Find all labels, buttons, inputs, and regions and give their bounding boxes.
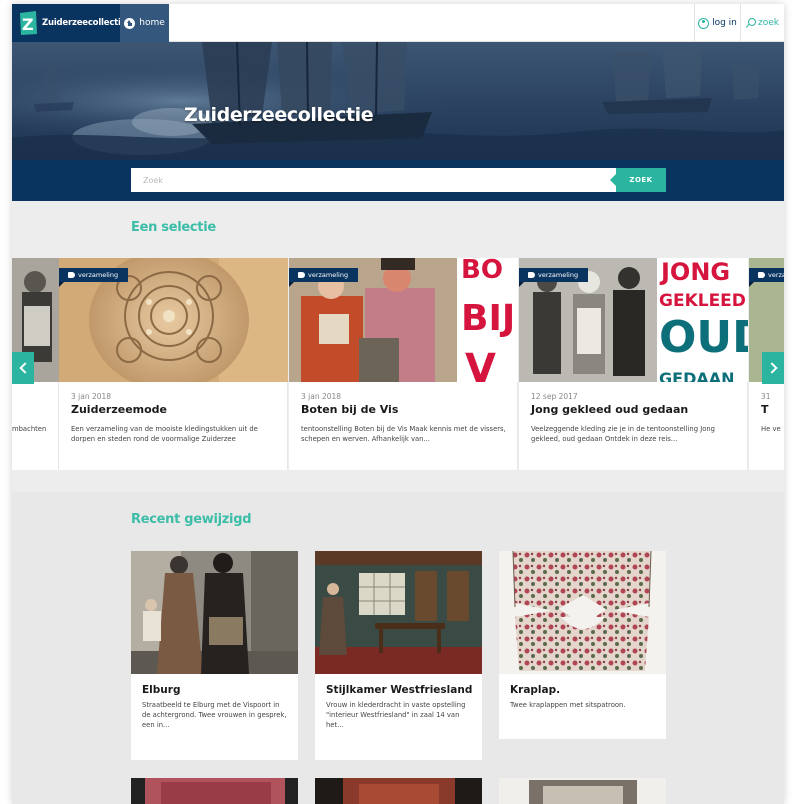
brand-logo-link[interactable]: Z Zuiderzeecollectie xyxy=(12,4,127,42)
badge-label: verzameling xyxy=(308,271,349,279)
carousel-prev-button[interactable] xyxy=(12,352,34,384)
card-image: JONG GEKLEED OUD GEDAAN verzameling xyxy=(519,258,748,382)
card-description: Straatbeeld te Elburg met de Vispoort in… xyxy=(142,701,287,729)
collection-badge: verzameling xyxy=(519,268,589,287)
home-label: home xyxy=(139,18,165,28)
collection-badge: verzameling xyxy=(749,268,784,287)
badge-label: verzameling xyxy=(538,271,579,279)
tag-icon xyxy=(758,272,765,278)
recent-card-kraplap[interactable]: Kraplap. Twee kraplappen met sitspatroon… xyxy=(499,551,666,739)
card-title: Boten bij de Vis xyxy=(301,403,399,416)
card-date: 31 xyxy=(761,392,771,401)
card-image: BO BIJ V verzameling xyxy=(289,258,518,382)
carousel-card-boten-bij-de-vis[interactable]: BO BIJ V verzameling 3 jan 2018 Boten bi… xyxy=(289,258,518,470)
collection-badge: verzameling xyxy=(289,268,359,287)
selection-carousel: mbachten verzameling 3 jan 2018 Zuiderze… xyxy=(12,258,784,474)
recent-card-stijlkamer[interactable]: Stijlkamer Westfriesland Vrouw in kleder… xyxy=(315,551,482,760)
svg-text:Z: Z xyxy=(22,15,34,34)
poster-text-line1: JONG xyxy=(659,258,730,286)
card-description: Een verzameling van de mooiste kledingst… xyxy=(71,425,258,443)
poster-text-line2: GEKLEED xyxy=(659,291,746,311)
carousel-next-button[interactable] xyxy=(762,352,784,384)
hero-seascape-image xyxy=(12,42,784,160)
home-button[interactable]: home xyxy=(120,4,169,42)
recent-section: Recent gewijzigd Elburg Straatbeeld te E… xyxy=(12,492,784,804)
login-button[interactable]: log in xyxy=(694,4,740,42)
card-image xyxy=(131,551,298,674)
search-icon xyxy=(746,18,756,28)
card-description: Vrouw in klederdracht in vaste opstellin… xyxy=(326,701,466,729)
card-date: 3 jan 2018 xyxy=(71,392,112,401)
carousel-card-zuiderzeemode[interactable]: verzameling 3 jan 2018 Zuiderzeemode Een… xyxy=(59,258,288,470)
collection-badge: verzameling xyxy=(59,268,129,287)
recent-card-row2-1[interactable] xyxy=(131,778,298,804)
card-title: Stijlkamer Westfriesland xyxy=(326,684,473,696)
search-nav-label: zoek xyxy=(758,18,779,28)
search-submit-button[interactable]: ZOEK xyxy=(610,168,666,192)
poster-text-line4: GEDAAN xyxy=(659,369,735,382)
recent-card-row2-3[interactable] xyxy=(499,778,666,804)
poster-text-line2: BIJ xyxy=(461,298,515,339)
card-image xyxy=(315,778,482,804)
card-image xyxy=(131,778,298,804)
login-label: log in xyxy=(712,18,737,28)
card-image xyxy=(315,551,482,674)
recent-card-elburg[interactable]: Elburg Straatbeeld te Elburg met de Visp… xyxy=(131,551,298,760)
card-image xyxy=(499,551,666,674)
search-band: ZOEK xyxy=(12,160,784,201)
card-image: verzameling xyxy=(59,258,288,382)
badge-label: verzameling xyxy=(78,271,119,279)
poster-text-line3: OUD xyxy=(659,312,748,363)
card-description: He ve xyxy=(761,425,781,433)
poster-text-line3: V xyxy=(465,346,496,382)
card-image xyxy=(499,778,666,804)
card-description: mbachten xyxy=(12,425,47,433)
hero-title: Zuiderzeecollectie xyxy=(184,104,374,126)
carousel-card-jong-gekleed[interactable]: JONG GEKLEED OUD GEDAAN verzameling 12 s… xyxy=(519,258,748,470)
top-navigation: Z Zuiderzeecollectie home log in zoek xyxy=(12,4,784,42)
search-nav-button[interactable]: zoek xyxy=(740,4,784,42)
card-title: Zuiderzeemode xyxy=(71,403,168,416)
badge-label: verzameling xyxy=(768,271,784,279)
card-title: T xyxy=(761,403,769,416)
recent-section-title: Recent gewijzigd xyxy=(131,512,252,527)
hero-banner: Zuiderzeecollectie xyxy=(12,42,784,160)
tag-icon xyxy=(298,272,305,278)
poster-text-line1: BO xyxy=(461,258,503,285)
selection-section-title: Een selectie xyxy=(131,220,216,235)
card-title: Jong gekleed oud gedaan xyxy=(531,403,689,416)
tag-icon xyxy=(68,272,75,278)
tag-icon xyxy=(528,272,535,278)
card-date: 3 jan 2018 xyxy=(301,392,342,401)
card-description: tentoonstelling Boten bij de Vis Maak ke… xyxy=(301,425,506,443)
card-description: Veelzeggende kleding zie je in de tentoo… xyxy=(531,425,715,443)
home-icon xyxy=(124,17,136,29)
card-title: Elburg xyxy=(142,684,181,696)
browser-viewport: Z Zuiderzeecollectie home log in zoek Zu… xyxy=(12,4,784,804)
brand-name: Zuiderzeecollectie xyxy=(42,18,127,28)
card-date: 12 sep 2017 xyxy=(531,392,578,401)
card-description: Twee kraplappen met sitspatroon. xyxy=(510,701,626,709)
search-input[interactable] xyxy=(131,168,617,192)
user-icon xyxy=(698,17,710,29)
z-logo-icon: Z xyxy=(18,10,38,36)
card-title: Kraplap. xyxy=(510,684,561,696)
recent-card-row2-2[interactable] xyxy=(315,778,482,804)
